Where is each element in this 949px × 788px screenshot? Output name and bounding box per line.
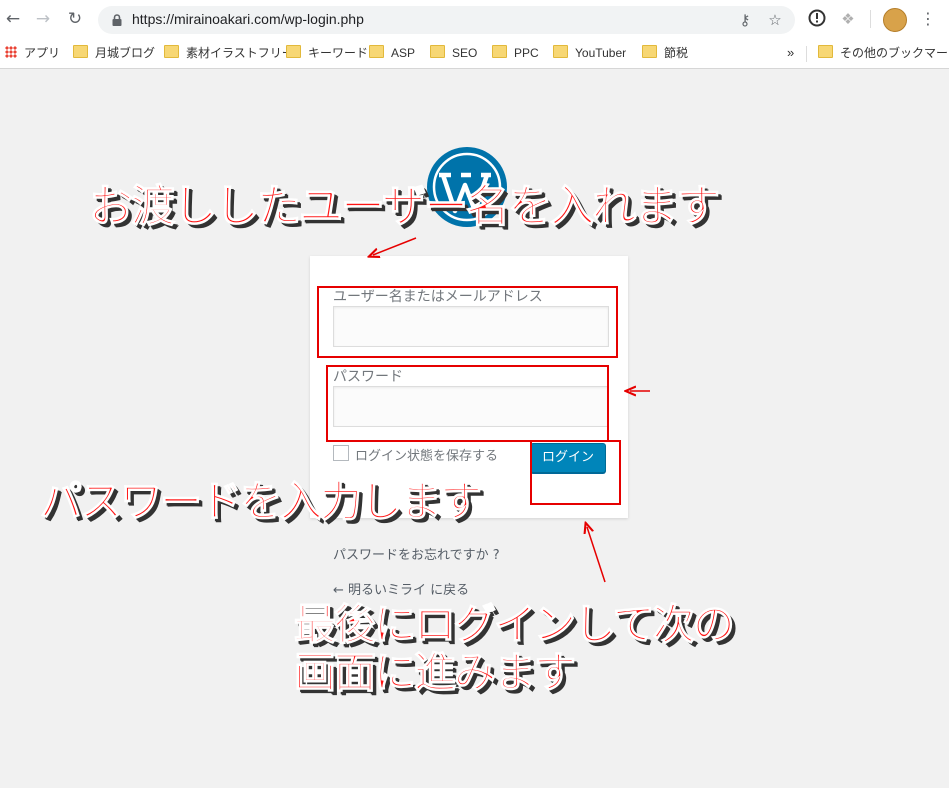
apps-grid-icon [5,46,17,58]
folder-icon [369,45,384,58]
bookmark-other[interactable]: その他のブックマーク [818,43,949,63]
bookmark-item[interactable]: YouTuber [553,43,626,63]
folder-icon [430,45,445,58]
forward-arrow-icon[interactable]: → [32,8,54,30]
key-icon[interactable]: ⚷ [736,11,754,29]
folder-icon [286,45,301,58]
star-icon[interactable]: ☆ [766,11,784,29]
bookmark-item[interactable]: ASP [369,43,415,63]
folder-icon [73,45,88,58]
bookmarks-overflow-button[interactable]: » [787,43,794,63]
info-circle-icon[interactable] [807,9,827,29]
password-highlight-box [326,365,609,442]
bookmark-apps[interactable]: アプリ [5,43,60,63]
bookmark-item[interactable]: キーワード [286,43,368,63]
toolbar-divider [870,10,871,28]
bookmark-item[interactable]: 節税 [642,43,688,63]
lock-icon [112,14,122,26]
url-text: https://mirainoakari.com/wp-login.php [132,11,364,27]
folder-icon [553,45,568,58]
folder-icon [642,45,657,58]
bookmark-item[interactable]: PPC [492,43,539,63]
annotation-username: お渡ししたユーザー名を入れます [88,180,720,232]
remember-me-label: ログイン状態を保存する [355,449,499,464]
folder-icon [492,45,507,58]
browser-toolbar: ← → ↻ https://mirainoakari.com/wp-login.… [0,0,949,38]
address-bar[interactable]: https://mirainoakari.com/wp-login.php ⚷ … [98,6,795,34]
menu-dots-icon[interactable]: ⋮ [918,9,938,29]
folder-icon [164,45,179,58]
bookmarks-bar: アプリ 月城ブログ 素材イラストフリー キーワード ASP SEO PPC Yo… [0,38,949,69]
arrow-to-login-button [587,527,606,583]
reload-icon[interactable]: ↻ [64,8,86,30]
bookmark-item[interactable]: 月城ブログ [73,43,155,63]
back-arrow-icon[interactable]: ← [2,8,24,30]
annotation-login-line2: 画面に進みます [293,647,576,697]
remember-me-checkbox[interactable] [333,445,349,461]
folder-icon [818,45,833,58]
bookmark-item[interactable]: SEO [430,43,477,63]
username-highlight-box [317,286,618,358]
avatar[interactable] [883,8,907,32]
arrow-to-username [373,237,417,255]
annotation-password: パスワードを入力します [39,476,482,526]
extension-icon[interactable]: ❖ [838,9,858,29]
bookmarks-divider [806,46,807,62]
lost-password-link[interactable]: パスワードをお忘れですか ? [333,544,500,563]
bookmark-item[interactable]: 素材イラストフリー [164,43,294,63]
login-highlight-box [530,440,621,505]
